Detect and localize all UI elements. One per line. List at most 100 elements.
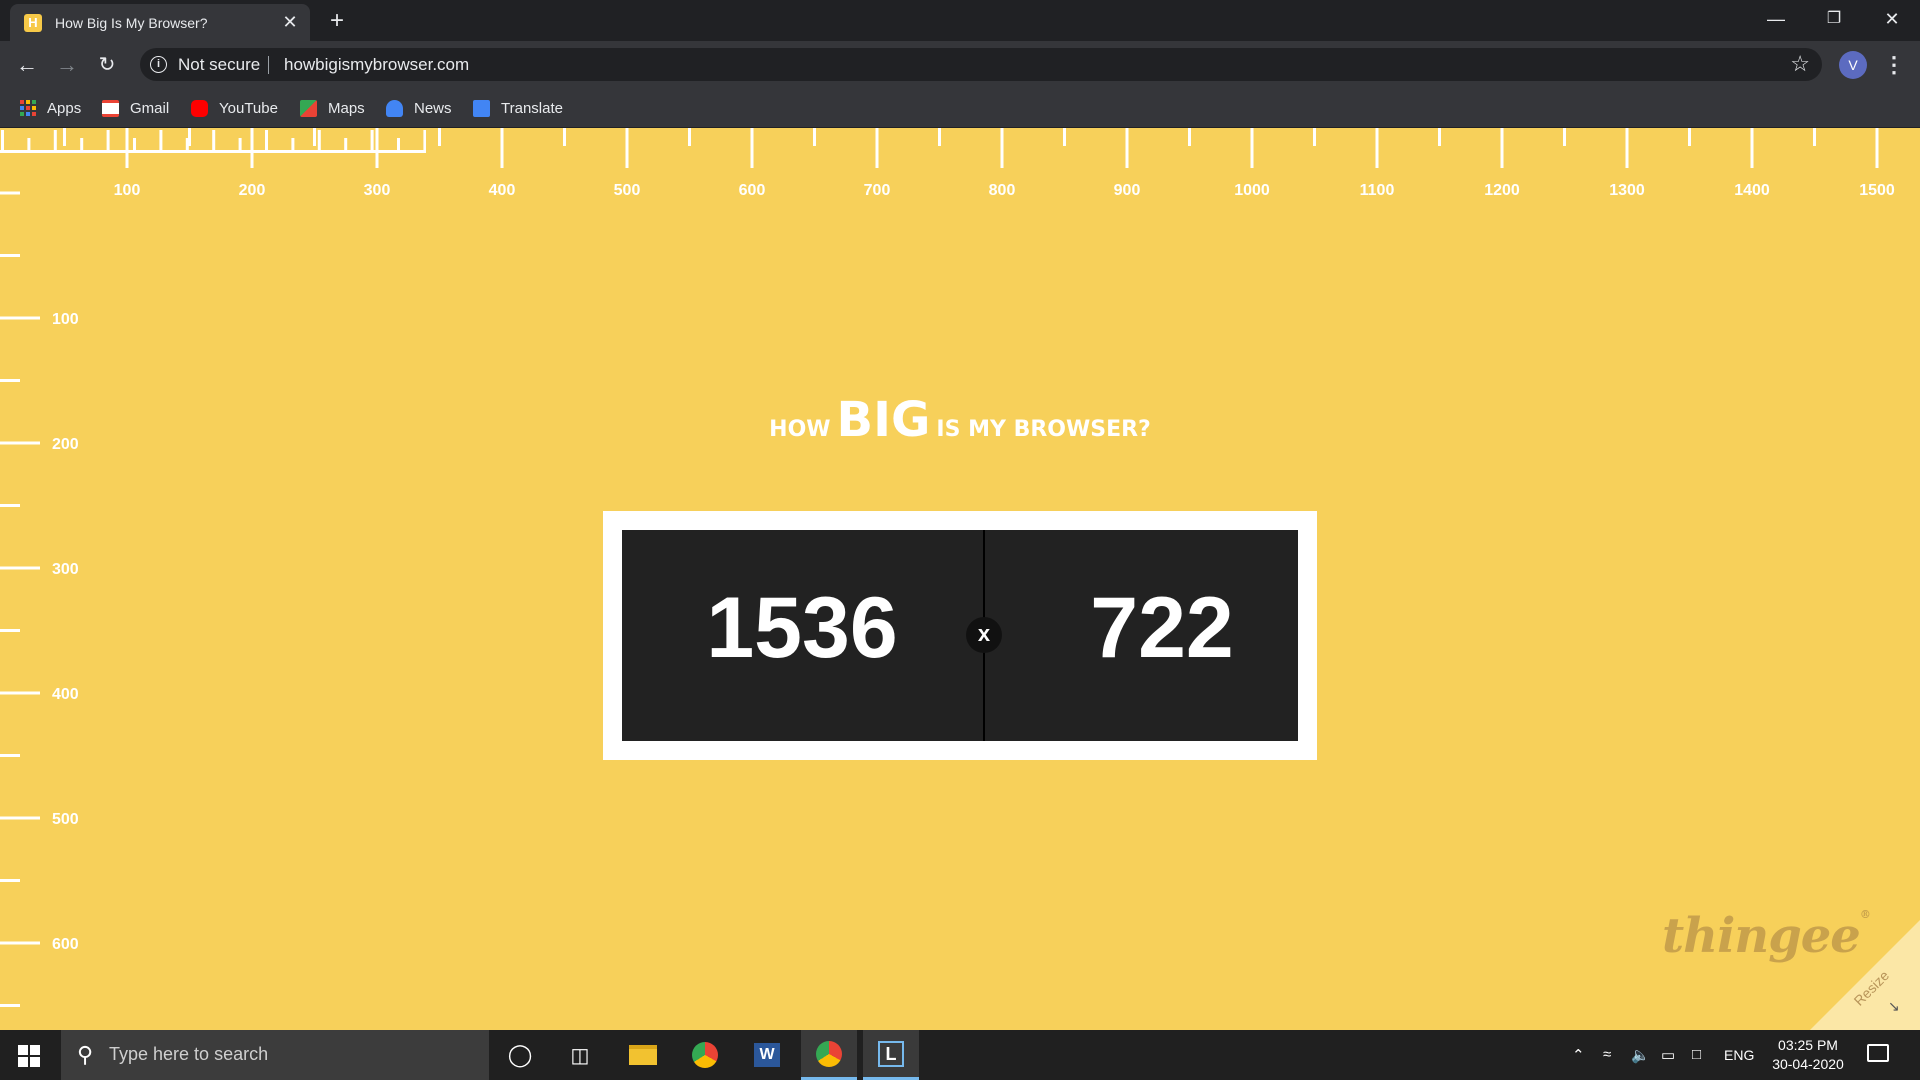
browser-tab[interactable]: H How Big Is My Browser? ✕ xyxy=(10,4,310,41)
ruler-top-minor-tick xyxy=(438,128,441,146)
ruler-top-minor-tick xyxy=(1563,128,1566,146)
page-content: 100 200 300 400 500 600 700 800 900 1000 1100 1200 1… xyxy=(0,128,1920,1030)
bookmark-label: News xyxy=(414,99,452,117)
ruler-top-label: 600 xyxy=(739,182,766,199)
mini-ruler-tick xyxy=(317,130,321,152)
mini-ruler-tick xyxy=(370,130,374,152)
notification-icon[interactable] xyxy=(1867,1044,1889,1062)
language-indicator[interactable]: ENG xyxy=(1724,1047,1754,1063)
tab-close-icon[interactable]: ✕ xyxy=(280,12,300,32)
wifi-icon[interactable]: ≈ xyxy=(1603,1046,1611,1063)
mini-ruler-tick xyxy=(344,138,348,152)
chrome-profile-icon[interactable] xyxy=(801,1030,857,1080)
ruler-left-major-tick xyxy=(0,566,40,570)
tray-chevron-icon[interactable]: ⌃ xyxy=(1572,1046,1585,1064)
news-icon xyxy=(386,99,403,117)
back-icon[interactable]: ← xyxy=(12,50,42,80)
profile-avatar[interactable]: V xyxy=(1839,51,1867,79)
word-icon[interactable]: W xyxy=(739,1030,795,1080)
taskbar-clock[interactable]: 03:25 PM 30-04-2020 xyxy=(1760,1036,1856,1074)
mini-ruler-tick xyxy=(265,130,268,152)
mini-ruler-tick xyxy=(159,130,163,152)
resize-arrow-icon[interactable]: ↘ xyxy=(1888,998,1900,1015)
apps-grid-icon xyxy=(20,100,36,116)
windows-start-icon[interactable] xyxy=(18,1045,40,1067)
volume-icon[interactable]: 🔈 xyxy=(1631,1046,1650,1064)
size-display-frame: 1536 x 722 xyxy=(603,511,1317,760)
ruler-top-label: 1300 xyxy=(1609,182,1645,199)
app-l-icon[interactable]: L xyxy=(863,1030,919,1080)
bookmark-star-icon[interactable]: ☆ xyxy=(1790,51,1810,77)
bookmark-label: Maps xyxy=(328,99,365,117)
address-bar[interactable]: i Not secure howbigismybrowser.com ☆ xyxy=(140,48,1822,81)
thingee-logo[interactable]: thingee® xyxy=(1662,908,1871,964)
clock-time: 03:25 PM xyxy=(1778,1037,1838,1053)
file-explorer-icon[interactable] xyxy=(615,1030,671,1080)
ruler-left-minor-tick xyxy=(0,629,20,632)
browser-toolbar: ← → ↻ i Not secure howbigismybrowser.com… xyxy=(0,41,1920,88)
ruler-top-label: 900 xyxy=(1114,182,1141,199)
mini-ruler-tick xyxy=(291,138,295,152)
security-label[interactable]: Not secure xyxy=(178,55,260,75)
ruler-top-major-tick xyxy=(1500,128,1504,168)
ruler-top-major-tick xyxy=(875,128,879,168)
ruler-top-minor-tick xyxy=(1313,128,1316,146)
ruler-top-label: 200 xyxy=(239,182,266,199)
ruler-top-major-tick xyxy=(1000,128,1004,168)
ruler-top-minor-tick xyxy=(1438,128,1441,146)
bookmark-maps[interactable]: Maps xyxy=(300,96,365,120)
forward-icon[interactable]: → xyxy=(52,50,82,80)
cortana-icon[interactable]: ◯ xyxy=(492,1030,548,1080)
size-display: 1536 x 722 xyxy=(622,530,1298,741)
ruler-top-label: 1400 xyxy=(1734,182,1770,199)
ruler-top-label: 400 xyxy=(489,182,516,199)
task-view-icon[interactable]: ◫ xyxy=(552,1030,608,1080)
tray-app-icon[interactable]: □ xyxy=(1692,1046,1701,1063)
taskbar-search[interactable]: ⚲ Type here to search xyxy=(61,1030,489,1080)
chrome-icon[interactable] xyxy=(677,1030,733,1080)
battery-icon[interactable]: ▭ xyxy=(1661,1046,1675,1064)
gmail-icon xyxy=(102,99,119,117)
maps-icon xyxy=(300,99,317,117)
ruler-top-label: 1500 xyxy=(1859,182,1895,199)
ruler-left-minor-tick xyxy=(0,879,20,882)
bookmark-label: Apps xyxy=(47,99,82,117)
title-rest: IS MY BROWSER? xyxy=(936,417,1151,442)
menu-dots-icon[interactable]: ⋮ xyxy=(1882,50,1906,80)
ruler-left-label: 200 xyxy=(52,436,79,453)
minimize-icon[interactable]: — xyxy=(1748,0,1804,41)
ruler-left-minor-tick xyxy=(0,754,20,757)
ruler-left-minor-tick xyxy=(0,191,20,195)
translate-icon xyxy=(473,99,490,117)
title-ruler-graphic xyxy=(0,130,426,153)
ruler-top-minor-tick xyxy=(1688,128,1691,146)
bookmark-youtube[interactable]: YouTube xyxy=(191,96,278,120)
mini-ruler-tick xyxy=(212,130,216,152)
ruler-top-major-tick xyxy=(750,128,754,168)
ruler-left-label: 400 xyxy=(52,686,79,703)
mini-ruler-tick xyxy=(1,130,4,152)
bookmarks-bar: Apps Gmail YouTube Maps News Translate xyxy=(0,88,1920,128)
restore-icon[interactable]: ❐ xyxy=(1806,0,1862,41)
new-tab-button[interactable]: + xyxy=(324,8,350,34)
ruler-top-label: 1200 xyxy=(1484,182,1520,199)
reload-icon[interactable]: ↻ xyxy=(92,50,122,80)
ruler-left-label: 500 xyxy=(52,811,79,828)
window-close-icon[interactable]: ✕ xyxy=(1864,0,1920,41)
url-text[interactable]: howbigismybrowser.com xyxy=(284,55,469,75)
bookmark-label: Translate xyxy=(501,99,563,117)
bookmark-gmail[interactable]: Gmail xyxy=(102,96,169,120)
ruler-left-major-tick xyxy=(0,941,40,945)
brand-name: thingee xyxy=(1662,908,1861,964)
ruler-left-label: 300 xyxy=(52,561,79,578)
ruler-top-major-tick xyxy=(500,128,504,168)
ruler-top-label: 500 xyxy=(614,182,641,199)
info-icon[interactable]: i xyxy=(150,56,167,73)
registered-mark: ® xyxy=(1859,908,1871,921)
bookmark-translate[interactable]: Translate xyxy=(473,96,563,120)
tab-bar: H How Big Is My Browser? ✕ + — ❐ ✕ xyxy=(0,0,1920,41)
title-how: HOW xyxy=(769,417,831,442)
bookmark-news[interactable]: News xyxy=(386,96,452,120)
bookmark-apps[interactable]: Apps xyxy=(20,96,81,120)
mini-ruler-tick xyxy=(185,138,189,152)
